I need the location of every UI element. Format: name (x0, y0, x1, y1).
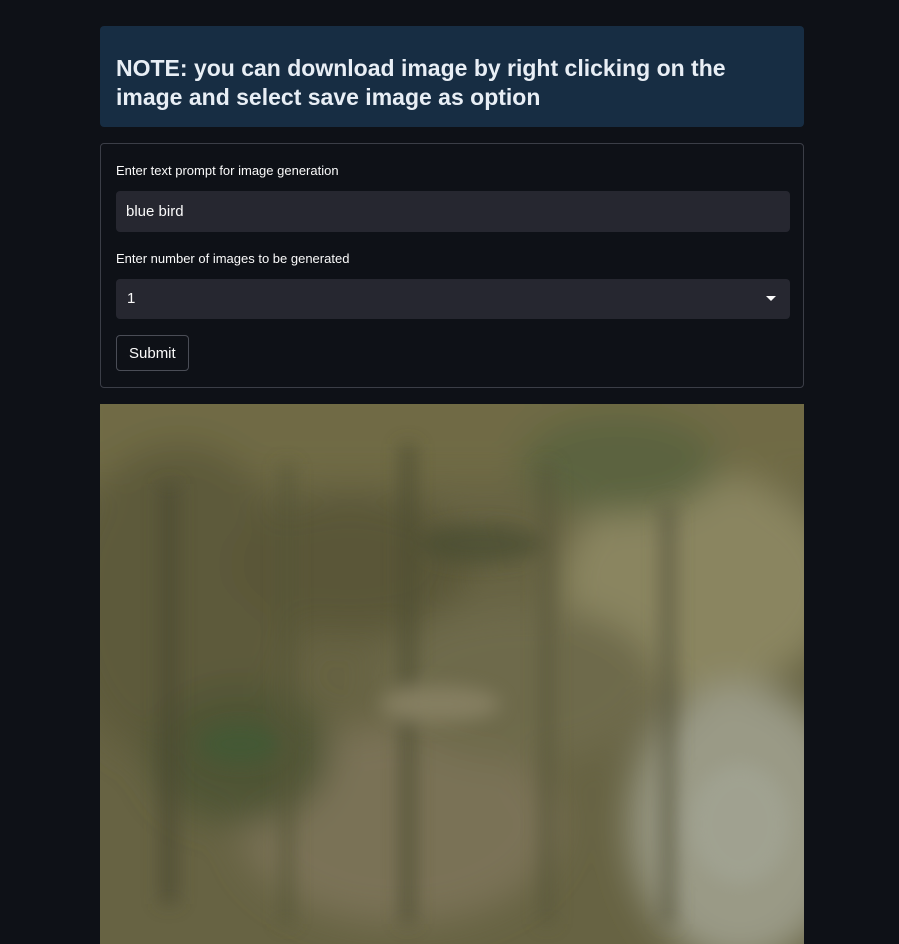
generation-form: Enter text prompt for image generation E… (100, 143, 804, 388)
count-label: Enter number of images to be generated (116, 251, 350, 266)
chevron-down-icon (766, 296, 776, 301)
submit-button[interactable]: Submit (116, 335, 189, 371)
count-select[interactable]: 1 (116, 279, 790, 319)
prompt-input[interactable] (116, 191, 790, 232)
prompt-label: Enter text prompt for image generation (116, 163, 339, 178)
count-select-value: 1 (127, 290, 136, 307)
generated-image[interactable] (100, 404, 804, 944)
notice-text: NOTE: you can download image by right cl… (116, 55, 726, 110)
info-notice: NOTE: you can download image by right cl… (100, 26, 804, 127)
main-container: NOTE: you can download image by right cl… (100, 26, 804, 944)
generated-image-content (100, 404, 804, 944)
